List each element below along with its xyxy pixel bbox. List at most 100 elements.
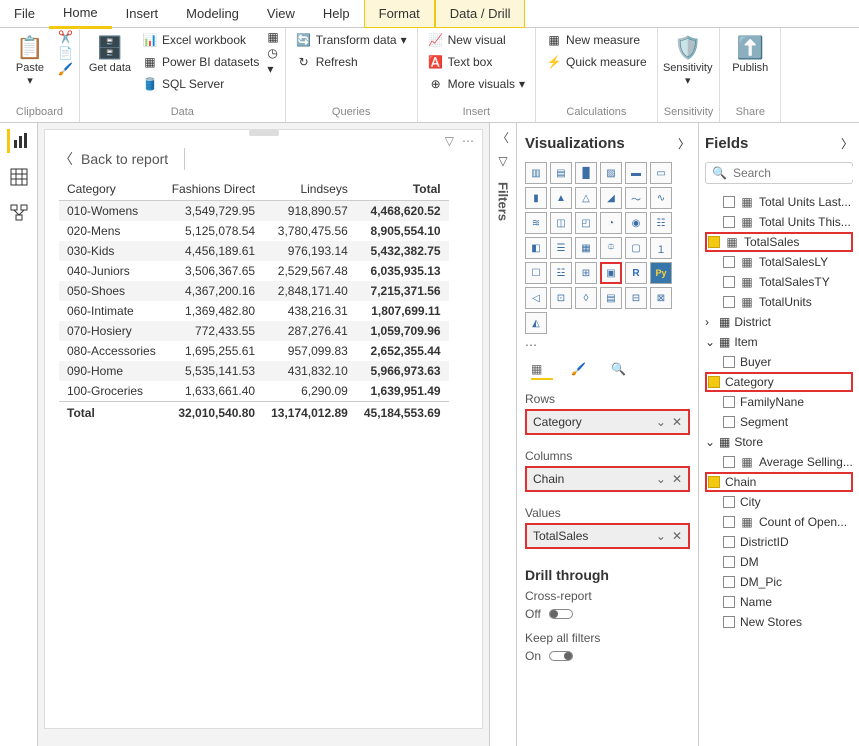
- checkbox[interactable]: [708, 376, 720, 388]
- sql-button[interactable]: 🛢️SQL Server: [138, 74, 263, 94]
- col-header[interactable]: Lindseys: [263, 178, 356, 201]
- checkbox[interactable]: [723, 616, 735, 628]
- search-input[interactable]: [733, 166, 859, 180]
- viz-type-icon[interactable]: ▨: [600, 162, 622, 184]
- table-row[interactable]: 010-Womens3,549,729.95918,890.574,468,62…: [59, 201, 449, 222]
- field-item[interactable]: Name: [705, 592, 853, 612]
- tab-view[interactable]: View: [253, 0, 309, 27]
- viz-type-icon[interactable]: ⯐: [600, 237, 622, 259]
- viz-type-icon[interactable]: ▣: [600, 262, 622, 284]
- col-header[interactable]: Total: [356, 178, 449, 201]
- quick-measure-button[interactable]: ⚡Quick measure: [542, 52, 651, 72]
- field-item[interactable]: DM_Pic: [705, 572, 853, 592]
- chevron-down-icon[interactable]: ⌄: [656, 529, 666, 543]
- checkbox[interactable]: [708, 476, 720, 488]
- checkbox[interactable]: [723, 296, 735, 308]
- viz-type-icon[interactable]: ▢: [625, 237, 647, 259]
- viz-type-icon[interactable]: █: [575, 162, 597, 184]
- transform-button[interactable]: 🔄Transform data ▾: [292, 30, 411, 50]
- field-item[interactable]: DM: [705, 552, 853, 572]
- field-item[interactable]: ▦TotalSales: [705, 232, 853, 252]
- remove-icon[interactable]: ✕: [672, 472, 682, 486]
- refresh-button[interactable]: ↻Refresh: [292, 52, 411, 72]
- viz-type-icon[interactable]: ⊞: [575, 262, 597, 284]
- tab-datadrill[interactable]: Data / Drill: [435, 0, 526, 28]
- sensitivity-button[interactable]: 🛡️ Sensitivity ▾: [664, 30, 712, 91]
- checkbox[interactable]: [723, 216, 735, 228]
- tab-modeling[interactable]: Modeling: [172, 0, 253, 27]
- table-row[interactable]: 100-Groceries1,633,661.406,290.091,639,9…: [59, 381, 449, 402]
- ellipsis-icon[interactable]: ⋯: [525, 338, 690, 352]
- table-row[interactable]: 060-Intimate1,369,482.80438,216.311,807,…: [59, 301, 449, 321]
- viz-type-icon[interactable]: Py: [650, 262, 672, 284]
- viz-type-icon[interactable]: △: [575, 187, 597, 209]
- field-item[interactable]: DistrictID: [705, 532, 853, 552]
- col-header[interactable]: Fashions Direct: [164, 178, 263, 201]
- field-item[interactable]: Buyer: [705, 352, 853, 372]
- back-icon[interactable]: 〈: [59, 149, 73, 169]
- get-data-button[interactable]: 🗄️ Get data: [86, 30, 134, 78]
- table-header[interactable]: ⌄▦Store: [705, 432, 853, 452]
- tab-insert[interactable]: Insert: [112, 0, 173, 27]
- vals-well[interactable]: TotalSales ⌄✕: [525, 523, 690, 549]
- viz-type-icon[interactable]: ☷: [650, 212, 672, 234]
- checkbox[interactable]: [723, 256, 735, 268]
- viz-type-icon[interactable]: ▦: [575, 237, 597, 259]
- tab-home[interactable]: Home: [49, 0, 112, 29]
- checkbox[interactable]: [723, 396, 735, 408]
- tab-format[interactable]: Format: [364, 0, 435, 28]
- rows-well[interactable]: Category ⌄✕: [525, 409, 690, 435]
- dataverse-icon[interactable]: ◷: [267, 46, 278, 60]
- viz-type-icon[interactable]: ∿: [650, 187, 672, 209]
- tab-file[interactable]: File: [0, 0, 49, 27]
- checkbox[interactable]: [723, 576, 735, 588]
- viz-type-icon[interactable]: ☰: [550, 237, 572, 259]
- remove-icon[interactable]: ✕: [672, 415, 682, 429]
- pbi-datasets-button[interactable]: ▦Power BI datasets: [138, 52, 263, 72]
- viz-type-icon[interactable]: R: [625, 262, 647, 284]
- field-item[interactable]: ▦TotalUnits: [705, 292, 853, 312]
- checkbox[interactable]: [708, 236, 720, 248]
- viz-type-icon[interactable]: ▭: [650, 162, 672, 184]
- fields-search[interactable]: 🔍: [705, 162, 853, 184]
- viz-type-icon[interactable]: ⊟: [625, 287, 647, 309]
- drag-handle-icon[interactable]: [249, 130, 279, 136]
- viz-type-icon[interactable]: ◫: [550, 212, 572, 234]
- publish-button[interactable]: ⬆️ Publish: [726, 30, 774, 78]
- checkbox[interactable]: [723, 536, 735, 548]
- table-row[interactable]: 080-Accessories1,695,255.61957,099.832,6…: [59, 341, 449, 361]
- field-item[interactable]: FamilyNane: [705, 392, 853, 412]
- cross-report-toggle[interactable]: [549, 609, 573, 619]
- paste-button[interactable]: 📋 Paste ▾: [6, 30, 54, 91]
- report-view-icon[interactable]: [7, 129, 31, 153]
- copy-icon[interactable]: 📄: [58, 46, 73, 60]
- cols-well[interactable]: Chain ⌄✕: [525, 466, 690, 492]
- table-header[interactable]: ›▦District: [705, 312, 853, 332]
- chevron-down-icon[interactable]: ⌄: [656, 472, 666, 486]
- viz-type-icon[interactable]: １: [650, 237, 672, 259]
- field-item[interactable]: City: [705, 492, 853, 512]
- field-item[interactable]: ▦Total Units This...: [705, 212, 853, 232]
- viz-type-icon[interactable]: ◰: [575, 212, 597, 234]
- table-row[interactable]: 020-Mens5,125,078.543,780,475.568,905,55…: [59, 221, 449, 241]
- collapse-icon[interactable]: 〉: [841, 135, 853, 152]
- filter-icon[interactable]: ▽: [445, 134, 454, 148]
- checkbox[interactable]: [723, 276, 735, 288]
- viz-type-icon[interactable]: ▤: [550, 162, 572, 184]
- checkbox[interactable]: [723, 556, 735, 568]
- cut-icon[interactable]: ✂️: [58, 30, 73, 44]
- new-measure-button[interactable]: ▦New measure: [542, 30, 651, 50]
- viz-type-icon[interactable]: ◊: [575, 287, 597, 309]
- checkbox[interactable]: [723, 496, 735, 508]
- viz-type-icon[interactable]: ◉: [625, 212, 647, 234]
- checkbox[interactable]: [723, 196, 735, 208]
- tab-help[interactable]: Help: [309, 0, 364, 27]
- col-header[interactable]: Category: [59, 178, 164, 201]
- data-view-icon[interactable]: [7, 165, 31, 189]
- table-header[interactable]: ⌄▦Item: [705, 332, 853, 352]
- table-row[interactable]: 030-Kids4,456,189.61976,193.145,432,382.…: [59, 241, 449, 261]
- fields-tab-icon[interactable]: ▦: [531, 362, 553, 380]
- field-item[interactable]: Category: [705, 372, 853, 392]
- remove-icon[interactable]: ✕: [672, 529, 682, 543]
- format-tab-icon[interactable]: 🖌️: [571, 362, 593, 380]
